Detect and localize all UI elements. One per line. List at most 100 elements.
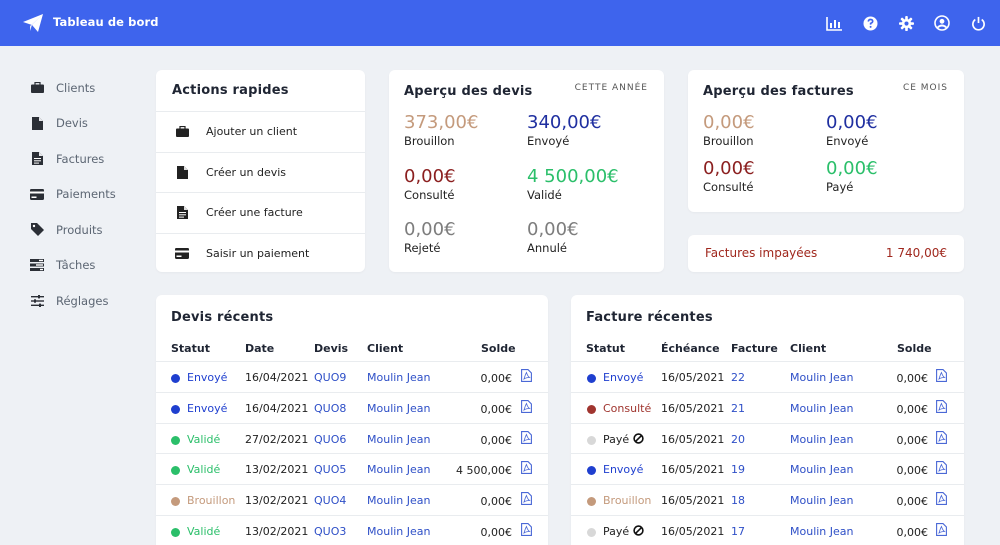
row-number-link[interactable]: 17	[731, 525, 745, 538]
stat-amount: 373,00€	[404, 112, 479, 133]
stat-viewed[interactable]: 0,00€ Consulté	[703, 159, 755, 195]
pdf-icon[interactable]	[521, 430, 532, 447]
row-client-link[interactable]: Moulin Jean	[790, 463, 854, 476]
sidebar-item-devis[interactable]: Devis	[0, 106, 150, 142]
table-row[interactable]: Envoyé 16/04/2021 QUO9 Moulin Jean 0,00€	[156, 361, 548, 392]
row-client-link[interactable]: Moulin Jean	[367, 494, 431, 507]
pdf-icon[interactable]	[936, 461, 947, 477]
table-row[interactable]: Brouillon 16/05/2021 18 Moulin Jean 0,00€	[571, 484, 964, 515]
recent-invoices-card: Facture récentes Statut Échéance Facture…	[571, 295, 964, 545]
row-client-link[interactable]: Moulin Jean	[790, 494, 854, 507]
row-client-link[interactable]: Moulin Jean	[367, 371, 431, 384]
file-text-icon	[175, 206, 189, 220]
pdf-icon[interactable]	[936, 492, 947, 508]
pdf-icon[interactable]	[521, 461, 532, 477]
create-quote-action[interactable]: Créer un devis	[156, 151, 365, 193]
enter-payment-action[interactable]: Saisir un paiement	[156, 232, 365, 274]
row-balance: 4 500,00€	[456, 464, 512, 478]
row-client-link[interactable]: Moulin Jean	[367, 463, 431, 476]
row-date: 16/04/2021	[245, 401, 309, 415]
power-icon[interactable]	[968, 13, 988, 33]
sidebar-item-reglages[interactable]: Réglages	[0, 283, 150, 319]
stat-sent[interactable]: 340,00€ Envoyé	[527, 113, 601, 149]
row-balance: 0,00€	[896, 402, 929, 416]
pdf-icon[interactable]	[521, 369, 532, 385]
sidebar-item-paiements[interactable]: Paiements	[0, 177, 150, 213]
top-bar: Tableau de bord	[0, 0, 1000, 46]
stat-viewed[interactable]: 0,00€ Consulté	[404, 167, 456, 203]
table-row[interactable]: Envoyé 16/05/2021 22 Moulin Jean 0,00€	[571, 361, 964, 392]
table-row[interactable]: Envoyé 16/04/2021 QUO8 Moulin Jean 0,00€	[156, 391, 548, 423]
table-row[interactable]: Validé 13/02/2021 QUO5 Moulin Jean 4 500,00€	[156, 453, 548, 484]
table-row[interactable]: Validé 27/02/2021 QUO6 Moulin Jean 0,00€	[156, 422, 548, 454]
row-number-link[interactable]: QUO4	[314, 494, 346, 507]
row-date: 13/02/2021	[245, 494, 309, 508]
stat-sent[interactable]: 0,00€ Envoyé	[826, 112, 878, 149]
pdf-icon[interactable]	[521, 523, 532, 539]
stat-amount: 0,00€	[703, 112, 755, 133]
table-row[interactable]: Brouillon 13/02/2021 QUO4 Moulin Jean 0,00€	[156, 484, 548, 515]
pdf-icon[interactable]	[936, 430, 947, 447]
sidebar-item-clients[interactable]: Clients	[0, 70, 150, 106]
table-row[interactable]: Payé 16/05/2021 17 Moulin Jean 0,00€	[571, 514, 964, 545]
row-number-link[interactable]: 20	[731, 433, 745, 446]
create-invoice-action[interactable]: Créer une facture	[156, 192, 365, 233]
status-badge: Payé	[603, 524, 630, 538]
stat-rejected[interactable]: 0,00€ Rejeté	[404, 220, 456, 256]
paper-plane-icon[interactable]	[22, 13, 44, 33]
col-date: Date	[245, 342, 275, 355]
row-number-link[interactable]: 22	[731, 371, 745, 384]
stat-draft[interactable]: 373,00€ Brouillon	[404, 112, 479, 149]
row-date: 13/02/2021	[245, 524, 309, 538]
row-number-link[interactable]: QUO9	[314, 371, 346, 384]
file-text-icon	[30, 152, 44, 166]
row-client-link[interactable]: Moulin Jean	[790, 371, 854, 384]
row-client-link[interactable]: Moulin Jean	[367, 402, 431, 415]
row-date: 16/05/2021	[661, 494, 725, 508]
table-row[interactable]: Validé 13/02/2021 QUO3 Moulin Jean 0,00€	[156, 514, 548, 545]
table-row[interactable]: Envoyé 16/05/2021 19 Moulin Jean 0,00€	[571, 453, 964, 484]
stat-draft[interactable]: 0,00€ Brouillon	[703, 112, 755, 149]
stat-cancelled[interactable]: 0,00€ Annulé	[527, 220, 579, 256]
user-icon[interactable]	[932, 13, 952, 33]
row-client-link[interactable]: Moulin Jean	[790, 433, 854, 446]
pdf-icon[interactable]	[521, 492, 532, 508]
tasks-icon	[30, 258, 44, 272]
table-row[interactable]: Consulté 16/05/2021 21 Moulin Jean 0,00€	[571, 391, 964, 423]
row-client-link[interactable]: Moulin Jean	[367, 525, 431, 538]
chart-icon[interactable]	[824, 13, 844, 33]
status-badge: Consulté	[603, 401, 652, 415]
sidebar-item-factures[interactable]: Factures	[0, 141, 150, 177]
help-icon[interactable]	[860, 13, 880, 33]
add-client-action[interactable]: Ajouter un client	[156, 111, 365, 152]
file-icon	[30, 116, 44, 130]
row-number-link[interactable]: QUO6	[314, 433, 346, 446]
row-client-link[interactable]: Moulin Jean	[367, 433, 431, 446]
pdf-icon[interactable]	[936, 523, 947, 539]
row-number-link[interactable]: QUO5	[314, 463, 346, 476]
row-client-link[interactable]: Moulin Jean	[790, 402, 854, 415]
row-number-link[interactable]: 21	[731, 402, 745, 415]
table-row[interactable]: Payé 16/05/2021 20 Moulin Jean 0,00€	[571, 422, 964, 454]
row-number-link[interactable]: QUO8	[314, 402, 346, 415]
pdf-icon[interactable]	[936, 369, 947, 385]
row-number-link[interactable]: 18	[731, 494, 745, 507]
status-dot	[587, 374, 596, 383]
col-status: Statut	[586, 342, 625, 355]
stat-paid[interactable]: 0,00€ Payé	[826, 159, 878, 195]
row-number-link[interactable]: QUO3	[314, 525, 346, 538]
status-badge: Envoyé	[603, 371, 644, 384]
sidebar-item-produits[interactable]: Produits	[0, 212, 150, 248]
status-dot	[587, 404, 596, 414]
stat-validated[interactable]: 4 500,00€ Validé	[527, 167, 619, 203]
gear-icon[interactable]	[896, 13, 916, 33]
pdf-icon[interactable]	[521, 399, 532, 416]
row-client-link[interactable]: Moulin Jean	[790, 525, 854, 538]
row-date: 13/02/2021	[245, 463, 309, 477]
sidebar-item-taches[interactable]: Tâches	[0, 248, 150, 284]
stat-amount: 0,00€	[826, 112, 878, 133]
pdf-icon[interactable]	[936, 399, 947, 416]
unpaid-invoices-card[interactable]: Factures impayées 1 740,00€	[688, 235, 964, 272]
row-number-link[interactable]: 19	[731, 463, 745, 476]
col-balance: Solde	[897, 342, 932, 355]
